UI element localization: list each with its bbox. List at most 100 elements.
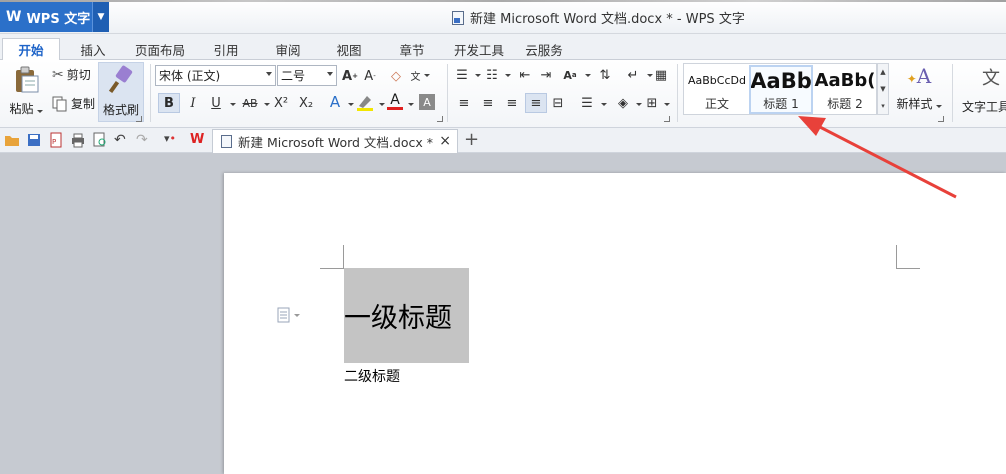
tab-home[interactable]: 开始 [2,38,60,61]
paragraph-shading-dropdown-icon[interactable] [636,103,642,106]
style-normal[interactable]: AaBbCcDd 正文 [685,65,749,114]
save-icon[interactable] [26,132,42,148]
italic-button[interactable]: I [184,94,202,112]
change-case-dropdown-icon[interactable] [585,74,591,77]
table-grid-icon[interactable]: ▦ [652,66,670,84]
align-left-icon[interactable]: ≡ [455,94,473,112]
decrease-indent-icon[interactable]: ⇤ [516,66,534,84]
superscript-button[interactable]: X² [271,94,291,112]
cut-label: 剪切 [66,68,91,82]
more-styles-icon[interactable]: ▾ [881,102,885,110]
styles-launcher-icon[interactable] [938,116,944,122]
print-icon[interactable] [70,132,86,148]
text-tools-button[interactable]: 文 文字工具 [962,64,1006,120]
align-center-icon[interactable]: ≡ [479,94,497,112]
shrink-font-icon[interactable]: A- [361,67,379,85]
paragraph-shading-icon[interactable]: ◈ [614,94,632,112]
text-tools-label: 文字工具 [962,100,1006,114]
line-spacing-dropdown-icon[interactable] [601,103,607,106]
document-page[interactable] [224,173,1006,474]
paragraph-layout-icon[interactable] [277,307,300,323]
bold-button[interactable]: B [158,93,180,113]
tab-view[interactable]: 视图 [327,38,371,60]
undo-icon[interactable]: ↶ [114,132,130,148]
scroll-up-icon[interactable]: ▲ [880,68,885,76]
font-launcher-icon[interactable] [437,116,443,122]
strikethrough-dropdown-icon[interactable] [264,103,270,106]
crop-mark-top-right-h [896,268,920,269]
font-size-value: 二号 [281,69,306,83]
document-tab[interactable]: 新建 Microsoft Word 文档.docx * × [212,129,458,153]
close-tab-icon[interactable]: × [439,133,451,149]
clipboard-launcher-icon[interactable] [136,116,142,122]
underline-dropdown-icon[interactable] [230,103,236,106]
redo-icon[interactable]: ↷ [136,132,152,148]
font-size-select[interactable]: 二号 [277,65,337,86]
numbered-list-icon[interactable]: ☷ [483,66,501,84]
style-heading2[interactable]: AaBb( 标题 2 [814,65,876,114]
app-menu-dropdown[interactable]: ▼ [92,2,109,32]
justify-icon[interactable]: ≡ [525,93,547,113]
tab-developer[interactable]: 开发工具 [448,38,510,60]
underline-button[interactable]: U [207,94,225,112]
distribute-icon[interactable]: ⊟ [549,94,567,112]
tab-insert[interactable]: 插入 [70,38,116,60]
subscript-button[interactable]: X₂ [296,94,316,112]
text-effect-icon[interactable]: A [326,93,344,111]
tab-references[interactable]: 引用 [204,38,248,60]
open-folder-icon[interactable] [4,132,20,148]
align-right-icon[interactable]: ≡ [503,94,521,112]
bullet-list-dropdown-icon[interactable] [475,74,481,77]
numbered-list-dropdown-icon[interactable] [505,74,511,77]
clear-format-icon[interactable]: ◇ [387,67,405,85]
change-case-icon[interactable]: Aa [561,66,579,84]
text-effect-dropdown-icon[interactable] [348,103,354,106]
copy-label: 复制 [71,97,96,111]
char-shading-icon[interactable]: A [419,94,435,110]
paste-icon [16,66,39,93]
wps-w-icon[interactable]: W [190,132,206,148]
new-tab-icon[interactable]: + [464,129,479,150]
print-preview-icon[interactable] [92,132,108,148]
tab-page-layout[interactable]: 页面布局 [128,38,192,60]
customize-toolbar-icon[interactable]: ▾• [164,132,180,148]
cut-button[interactable]: ✂ 剪切 [52,66,91,83]
heading-level-2[interactable]: 二级标题 [344,366,400,386]
export-pdf-icon[interactable]: P [48,132,64,148]
highlight-dropdown-icon[interactable] [379,103,385,106]
new-style-button[interactable]: ✦A 新样式 [893,64,945,120]
tab-review[interactable]: 审阅 [266,38,310,60]
tab-cloud[interactable]: 云服务 [521,38,567,60]
increase-indent-icon[interactable]: ⇥ [537,66,555,84]
format-painter-button[interactable]: 格式刷 [98,62,144,122]
font-color-dropdown-icon[interactable] [408,103,414,106]
heading-level-1-text: 一级标题 [344,303,452,334]
style-gallery-scroll[interactable]: ▲ ▼ ▾ [877,63,889,115]
highlight-icon[interactable] [356,93,374,111]
window-title-text: 新建 Microsoft Word 文档.docx * - WPS 文字 [470,12,745,27]
grow-font-icon[interactable]: A + [341,67,359,85]
bullet-list-icon[interactable]: ☰ [453,66,471,84]
scroll-down-icon[interactable]: ▼ [880,85,885,93]
heading-level-1[interactable]: 一级标题 [344,268,469,363]
line-spacing-icon[interactable]: ☰ [578,94,596,112]
scissors-icon: ✂ [52,66,64,83]
copy-button[interactable]: 复制 [52,95,95,112]
paragraph-launcher-icon[interactable] [664,116,670,122]
borders-dropdown-icon[interactable] [664,103,670,106]
document-icon [452,10,464,25]
font-name-select[interactable]: 宋体 (正文) [155,65,276,86]
app-menu-button[interactable]: W WPS 文字 [0,2,92,32]
style-normal-sample: AaBbCcDd [688,73,746,87]
style-heading1[interactable]: AaBb 标题 1 [749,65,813,114]
show-marks-icon[interactable]: ↵ [624,66,642,84]
style-heading1-label: 标题 1 [763,97,799,111]
sort-icon[interactable]: ⇅ [596,66,614,84]
font-color-button[interactable]: A [386,92,404,110]
borders-icon[interactable]: ⊞ [643,94,661,112]
strikethrough-button[interactable]: AB [239,94,261,112]
tab-chapter[interactable]: 章节 [390,38,434,60]
phonetic-guide-icon[interactable]: 文 [411,66,430,84]
window-title: 新建 Microsoft Word 文档.docx * - WPS 文字 [452,8,745,27]
paste-button[interactable]: 粘贴 [6,64,46,122]
